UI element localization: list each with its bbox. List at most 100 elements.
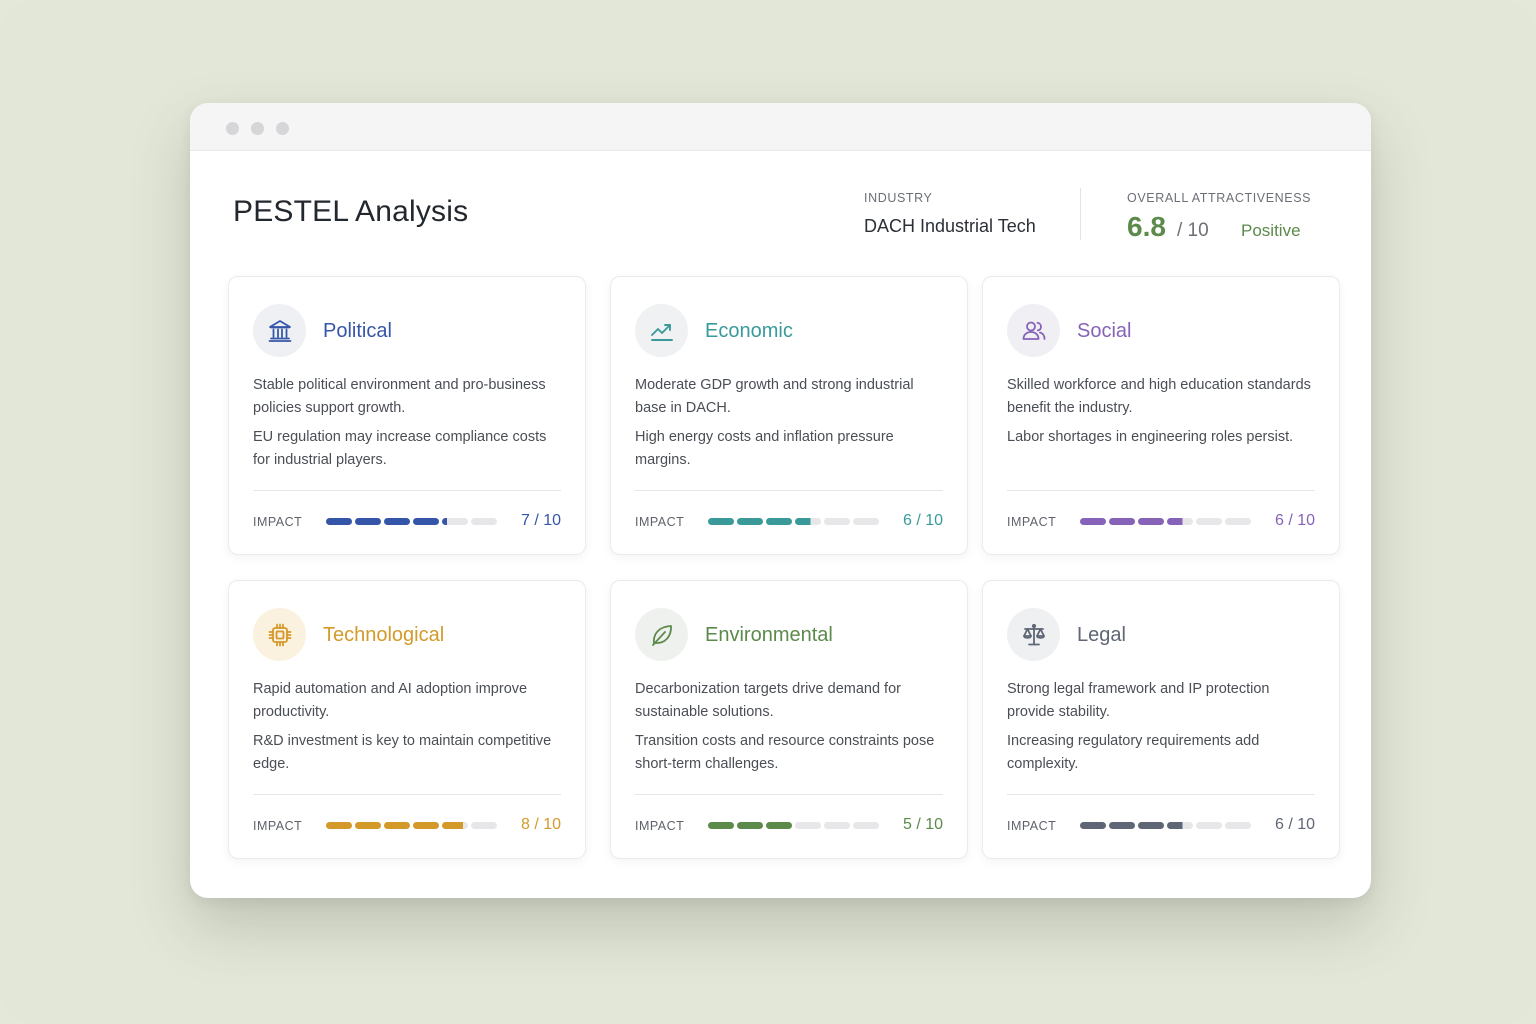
impact-segment bbox=[384, 518, 410, 525]
impact-segment bbox=[326, 518, 352, 525]
impact-segment bbox=[413, 518, 439, 525]
impact-segment bbox=[1167, 822, 1193, 829]
window-close-dot[interactable] bbox=[226, 122, 239, 135]
card-text-risk: R&D investment is key to maintain compet… bbox=[253, 733, 552, 772]
impact-segment bbox=[384, 822, 410, 829]
app-window: PESTEL Analysis INDUSTRY DACH Industrial… bbox=[190, 103, 1371, 898]
overall-score-max: / 10 bbox=[1177, 220, 1209, 241]
card-divider bbox=[635, 490, 943, 491]
card-text-risk: EU regulation may increase compliance co… bbox=[253, 429, 547, 468]
card-title: Environmental bbox=[705, 624, 833, 646]
industry-value: DACH Industrial Tech bbox=[864, 216, 1036, 236]
card-legal[interactable]: Legal Strong legal framework and IP prot… bbox=[982, 580, 1340, 859]
impact-segment bbox=[1080, 822, 1106, 829]
impact-segment bbox=[853, 518, 879, 525]
impact-segment bbox=[355, 822, 381, 829]
impact-segment bbox=[355, 518, 381, 525]
impact-segment bbox=[471, 518, 497, 525]
card-text-risk: Labor shortages in engineering roles per… bbox=[1007, 429, 1294, 445]
impact-segment bbox=[442, 822, 468, 829]
government-building-icon bbox=[253, 304, 306, 357]
impact-segment bbox=[1109, 822, 1135, 829]
impact-segment bbox=[413, 822, 439, 829]
impact-segment bbox=[853, 822, 879, 829]
impact-score: 7 / 10 bbox=[520, 512, 561, 529]
impact-score: 5 / 10 bbox=[902, 816, 943, 833]
window-maximize-dot[interactable] bbox=[276, 122, 289, 135]
impact-bar bbox=[708, 822, 879, 829]
card-divider bbox=[1007, 794, 1315, 795]
impact-bar bbox=[326, 518, 497, 525]
overall-attractiveness-label: OVERALL ATTRACTIVENESS bbox=[1127, 191, 1312, 205]
impact-segment bbox=[1109, 518, 1135, 525]
card-title: Social bbox=[1077, 320, 1132, 342]
impact-segment bbox=[766, 822, 792, 829]
industry-label: INDUSTRY bbox=[864, 191, 933, 205]
impact-segment bbox=[1196, 518, 1222, 525]
card-political[interactable]: Political Stable political environment a… bbox=[228, 276, 586, 555]
impact-segment bbox=[708, 822, 734, 829]
page-title: PESTEL Analysis bbox=[233, 195, 469, 228]
impact-label: IMPACT bbox=[253, 819, 303, 833]
card-divider bbox=[1007, 490, 1315, 491]
card-text-risk: Increasing regulatory requirements add c… bbox=[1007, 733, 1260, 772]
impact-segment bbox=[737, 518, 763, 525]
header-divider bbox=[1080, 188, 1081, 240]
impact-bar bbox=[1080, 518, 1251, 525]
impact-segment bbox=[442, 518, 468, 525]
impact-segment bbox=[766, 518, 792, 525]
impact-bar bbox=[708, 518, 879, 525]
impact-segment bbox=[1138, 822, 1164, 829]
impact-segment bbox=[1196, 822, 1222, 829]
card-text-strength: Stable political environment and pro-bus… bbox=[253, 377, 546, 416]
impact-segment bbox=[708, 518, 734, 525]
impact-score: 8 / 10 bbox=[520, 816, 561, 833]
overall-score: 6.8 bbox=[1127, 211, 1166, 242]
overall-status: Positive bbox=[1241, 221, 1301, 240]
impact-segment bbox=[471, 822, 497, 829]
impact-label: IMPACT bbox=[1007, 819, 1057, 833]
impact-segment bbox=[1080, 518, 1106, 525]
impact-label: IMPACT bbox=[253, 515, 303, 529]
impact-label: IMPACT bbox=[635, 515, 685, 529]
impact-segment bbox=[1138, 518, 1164, 525]
impact-label: IMPACT bbox=[635, 819, 685, 833]
impact-segment bbox=[795, 518, 821, 525]
card-title: Legal bbox=[1077, 624, 1126, 646]
impact-segment bbox=[824, 822, 850, 829]
impact-segment bbox=[1225, 822, 1251, 829]
card-environmental[interactable]: Environmental Decarbonization targets dr… bbox=[610, 580, 968, 859]
window-minimize-dot[interactable] bbox=[251, 122, 264, 135]
card-text-risk: Transition costs and resource constraint… bbox=[635, 733, 935, 772]
card-title: Political bbox=[323, 320, 392, 342]
window-titlebar bbox=[190, 103, 1371, 151]
card-text-risk: High energy costs and inflation pressure… bbox=[635, 429, 894, 468]
card-economic[interactable]: Economic Moderate GDP growth and strong … bbox=[610, 276, 968, 555]
card-divider bbox=[253, 490, 561, 491]
impact-bar bbox=[1080, 822, 1251, 829]
microchip-icon bbox=[253, 608, 306, 661]
card-text-strength: Skilled workforce and high education sta… bbox=[1007, 377, 1311, 416]
impact-segment bbox=[795, 822, 821, 829]
impact-label: IMPACT bbox=[1007, 515, 1057, 529]
impact-segment bbox=[1225, 518, 1251, 525]
card-title: Economic bbox=[705, 320, 793, 342]
impact-segment bbox=[1167, 518, 1193, 525]
card-divider bbox=[253, 794, 561, 795]
card-text-strength: Rapid automation and AI adoption improve… bbox=[253, 681, 528, 720]
impact-bar bbox=[326, 822, 497, 829]
card-text-strength: Decarbonization targets drive demand for… bbox=[635, 681, 901, 720]
impact-score: 6 / 10 bbox=[1274, 816, 1315, 833]
people-icon bbox=[1007, 304, 1060, 357]
impact-segment bbox=[326, 822, 352, 829]
impact-score: 6 / 10 bbox=[1274, 512, 1315, 529]
impact-score: 6 / 10 bbox=[902, 512, 943, 529]
card-title: Technological bbox=[323, 624, 445, 646]
card-text-strength: Moderate GDP growth and strong industria… bbox=[635, 377, 914, 416]
card-social[interactable]: Social Skilled workforce and high educat… bbox=[982, 276, 1340, 555]
trend-up-chart-icon bbox=[635, 304, 688, 357]
card-text-strength: Strong legal framework and IP protection… bbox=[1007, 681, 1270, 720]
card-divider bbox=[635, 794, 943, 795]
scales-icon bbox=[1007, 608, 1060, 661]
card-technological[interactable]: Technological Rapid automation and AI ad… bbox=[228, 580, 586, 859]
